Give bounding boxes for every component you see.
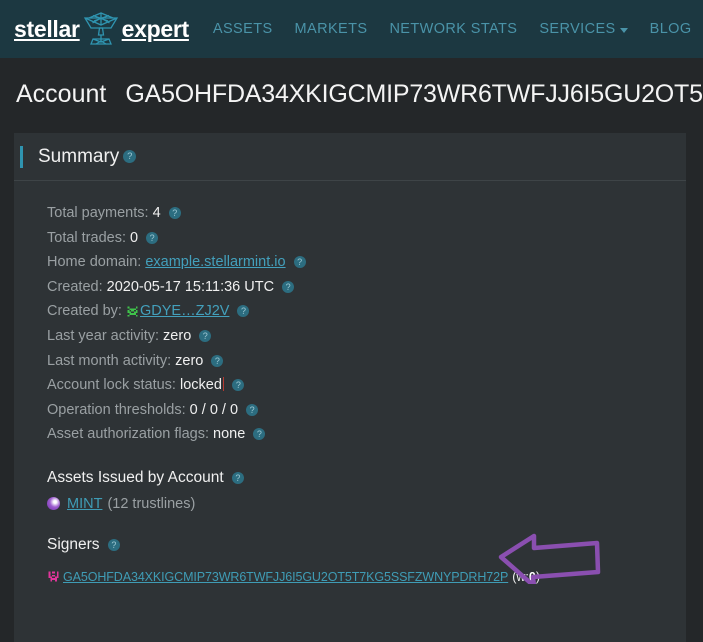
asset-trustlines-count: (12 trustlines): [107, 495, 196, 512]
home-domain-link[interactable]: example.stellarmint.io: [145, 254, 285, 270]
info-row-last-month-activity: Last month activity: zero ?: [47, 349, 686, 374]
help-icon[interactable]: ?: [123, 150, 137, 163]
info-value: zero: [163, 327, 192, 344]
satellite-dish-icon: [83, 12, 118, 45]
info-label: Created by:: [47, 303, 122, 320]
signer-list-item: GA5OHFDA34XKIGCMIP73WR6TWFJJ6I5GU2OT5T7K…: [47, 570, 686, 584]
top-navbar: stellar expert ASSETS MARKETS NETWORK ST…: [0, 0, 703, 58]
info-value: 2020-05-17 15:11:36 UTC: [106, 278, 275, 295]
assets-issued-section-title: Assets Issued by Account ?: [47, 469, 686, 487]
info-label: Account lock status:: [47, 377, 176, 394]
help-icon[interactable]: ?: [282, 280, 295, 293]
nav-link-services[interactable]: SERVICES: [539, 21, 628, 37]
info-label: Asset authorization flags:: [47, 426, 210, 443]
info-label: Created:: [47, 278, 103, 295]
help-icon[interactable]: ?: [168, 207, 181, 219]
signer-address-link[interactable]: GA5OHFDA34XKIGCMIP73WR6TWFJJ6I5GU2OT5T7K…: [63, 570, 508, 584]
help-icon[interactable]: ?: [246, 403, 259, 416]
help-icon[interactable]: ?: [107, 538, 120, 551]
nav-link-label: SERVICES: [539, 21, 616, 37]
brand-text-right: expert: [121, 15, 190, 42]
info-label: Last year activity:: [47, 327, 160, 344]
summary-panel: Summary ? Total payments: 4 ? Total trad…: [14, 133, 686, 642]
asset-list-item[interactable]: MINT (12 trustlines): [47, 496, 686, 512]
help-icon[interactable]: ?: [293, 256, 306, 269]
help-icon[interactable]: ?: [211, 354, 224, 367]
page-title: Account GA5OHFDA34XKIGCMIP73WR6TWFJJ6I5G…: [0, 58, 703, 127]
panel-title: Summary: [38, 145, 120, 167]
info-row-last-year-activity: Last year activity: zero ?: [47, 324, 686, 349]
info-label: Operation thresholds:: [47, 401, 186, 418]
help-icon[interactable]: ?: [237, 305, 250, 318]
info-row-created-by: Created by: GDYE…ZJ2V ?: [47, 299, 686, 324]
info-row-total-trades: Total trades: 0 ?: [47, 226, 686, 251]
help-icon[interactable]: ?: [146, 231, 159, 244]
asset-token-icon: [47, 497, 60, 511]
chevron-down-icon: [619, 27, 628, 33]
info-row-asset-authorization-flags: Asset authorization flags: none ?: [47, 422, 686, 447]
signer-weight-prefix: (w:: [512, 569, 529, 584]
help-icon[interactable]: ?: [232, 379, 245, 392]
help-icon[interactable]: ?: [231, 471, 244, 484]
info-label: Total payments:: [47, 205, 149, 221]
nav-link-assets[interactable]: ASSETS: [213, 21, 273, 37]
signer-weight-value: 0: [528, 569, 536, 584]
section-title-text: Assets Issued by Account: [47, 468, 224, 486]
nav-link-blog[interactable]: BLOG: [650, 21, 692, 37]
signers-section-title: Signers ?: [47, 536, 686, 554]
info-row-account-lock-status: Account lock status: locked ?: [47, 373, 686, 398]
asset-code-link[interactable]: MINT: [67, 496, 102, 512]
info-value: 0: [130, 229, 139, 246]
brand-logo-link[interactable]: stellar expert: [14, 9, 189, 49]
created-by-link[interactable]: GDYE…ZJ2V: [140, 303, 229, 319]
account-address: GA5OHFDA34XKIGCMIP73WR6TWFJJ6I5GU2OT5T7K…: [125, 80, 703, 108]
brand-text-left: stellar: [14, 15, 80, 42]
info-value: 4: [152, 205, 161, 221]
nav-link-label: NETWORK STATS: [389, 21, 518, 37]
info-value: zero: [175, 352, 204, 369]
summary-panel-body: Total payments: 4 ? Total trades: 0 ? Ho…: [14, 181, 686, 584]
info-row-operation-thresholds: Operation thresholds: 0 / 0 / 0 ?: [47, 398, 686, 423]
info-label: Total trades:: [47, 229, 126, 246]
nav-link-network-stats[interactable]: NETWORK STATS: [389, 21, 517, 37]
info-value: 0 / 0 / 0: [189, 401, 239, 418]
signer-weight: (w:0): [512, 570, 540, 584]
info-row-created: Created: 2020-05-17 15:11:36 UTC ?: [47, 275, 686, 300]
text-cursor-caret: [222, 377, 225, 392]
nav-link-label: MARKETS: [294, 21, 368, 37]
info-row-home-domain: Home domain: example.stellarmint.io ?: [47, 250, 686, 275]
info-label: Last month activity:: [47, 352, 172, 369]
nav-links: ASSETS MARKETS NETWORK STATS SERVICES BL…: [213, 21, 692, 37]
signer-weight-suffix: ): [535, 569, 540, 584]
summary-panel-header: Summary ?: [14, 133, 686, 181]
panel-accent-bar: [20, 145, 23, 168]
creator-identicon: [126, 305, 139, 319]
page-title-label: Account: [16, 80, 107, 108]
info-value: locked: [179, 377, 222, 394]
info-value: none: [213, 426, 246, 443]
signer-identicon: [47, 570, 60, 584]
nav-link-label: ASSETS: [212, 21, 273, 37]
nav-link-label: BLOG: [649, 21, 692, 37]
help-icon[interactable]: ?: [199, 329, 212, 342]
section-title-text: Signers: [47, 535, 100, 553]
info-row-total-payments: Total payments: 4 ?: [47, 201, 686, 226]
nav-link-markets[interactable]: MARKETS: [295, 21, 368, 37]
help-icon[interactable]: ?: [253, 428, 266, 441]
info-label: Home domain:: [47, 254, 142, 271]
